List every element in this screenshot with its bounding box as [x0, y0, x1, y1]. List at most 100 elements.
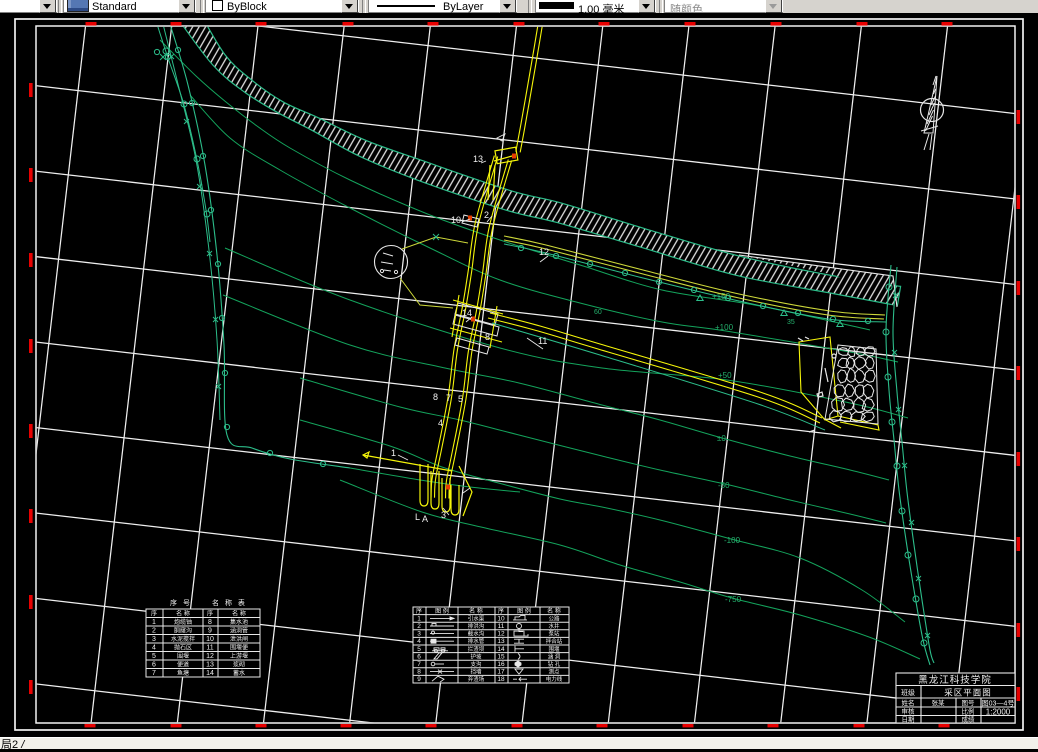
svg-text:L: L	[415, 512, 420, 522]
svg-text:13: 13	[206, 662, 214, 669]
svg-text:截水沟: 截水沟	[468, 630, 485, 638]
svg-text:1: 1	[152, 619, 156, 626]
svg-text:7: 7	[446, 393, 451, 403]
svg-text:10: 10	[451, 215, 461, 225]
svg-text:14: 14	[206, 670, 214, 677]
svg-text:5: 5	[152, 653, 156, 660]
svg-text:1:2000: 1:2000	[986, 708, 1011, 717]
svg-text:拌合站: 拌合站	[546, 637, 563, 645]
svg-text:A: A	[422, 514, 428, 524]
svg-text:10: 10	[497, 615, 505, 622]
svg-text:8: 8	[485, 332, 490, 342]
svg-text:2: 2	[417, 623, 421, 630]
svg-text:黑龙江科技学院: 黑龙江科技学院	[918, 674, 992, 686]
svg-text:上游堰: 上游堰	[230, 652, 248, 660]
svg-text:名 称: 名 称	[232, 610, 246, 618]
svg-text:1: 1	[417, 615, 421, 622]
svg-text:鱼塘: 鱼塘	[177, 669, 189, 677]
svg-text:7: 7	[417, 661, 421, 668]
svg-text:6: 6	[417, 653, 421, 660]
svg-text:2: 2	[484, 210, 489, 220]
svg-text:11: 11	[498, 623, 505, 630]
svg-text:8: 8	[417, 669, 421, 676]
svg-text:8: 8	[208, 619, 212, 626]
svg-text:3: 3	[152, 636, 156, 643]
svg-text:-100: -100	[724, 536, 741, 545]
svg-text:4: 4	[438, 418, 443, 428]
svg-text:名 称: 名 称	[469, 607, 483, 615]
svg-text:水泥搅拌: 水泥搅拌	[171, 635, 195, 643]
svg-text:围堰: 围堰	[177, 652, 189, 660]
svg-text:18: 18	[497, 676, 505, 683]
svg-text:+100: +100	[715, 323, 734, 332]
svg-text:5: 5	[458, 394, 463, 404]
svg-text:引水渠: 引水渠	[468, 614, 485, 622]
svg-text:支沟: 支沟	[470, 660, 482, 668]
svg-text:14: 14	[462, 308, 472, 318]
svg-text:公路: 公路	[548, 614, 560, 622]
svg-text:集水池: 集水池	[230, 618, 248, 626]
svg-text:序 号: 序 号	[170, 598, 192, 607]
svg-text:9: 9	[417, 676, 421, 683]
svg-text:图号: 图号	[962, 699, 976, 707]
svg-text:张某: 张某	[932, 698, 946, 707]
svg-text:比例: 比例	[962, 707, 975, 716]
svg-text:抛石区: 抛石区	[174, 644, 192, 652]
svg-text:2: 2	[152, 628, 156, 635]
svg-text:3: 3	[417, 631, 421, 638]
svg-text:日期: 日期	[902, 716, 916, 724]
svg-text:4: 4	[417, 638, 421, 645]
svg-text:7: 7	[152, 670, 156, 677]
svg-text:35: 35	[787, 319, 795, 326]
svg-text:15: 15	[497, 653, 505, 660]
svg-text:班级: 班级	[901, 688, 915, 697]
svg-text:±0: ±0	[717, 434, 726, 443]
svg-text:排洪沟: 排洪沟	[468, 622, 485, 630]
svg-text:3: 3	[441, 510, 446, 520]
svg-text:水井: 水井	[548, 622, 560, 630]
svg-text:便道: 便道	[177, 661, 189, 669]
svg-text:涵洞管: 涵洞管	[230, 627, 248, 635]
svg-text:拦渣坝: 拦渣坝	[468, 645, 485, 653]
svg-text:17: 17	[497, 669, 505, 676]
svg-text:序: 序	[416, 607, 422, 615]
svg-text:采区平面图: 采区平面图	[944, 688, 992, 698]
svg-text:序: 序	[498, 607, 504, 615]
svg-text:11: 11	[206, 645, 213, 652]
svg-text:审核: 审核	[902, 707, 916, 716]
svg-text:名 称: 名 称	[176, 610, 190, 618]
svg-text:姓名: 姓名	[902, 698, 915, 707]
svg-text:1: 1	[391, 448, 396, 458]
svg-text:泵站: 泵站	[548, 630, 560, 638]
svg-text:测点: 测点	[548, 668, 560, 676]
svg-text:8: 8	[433, 392, 438, 402]
svg-text:涵 洞: 涵 洞	[548, 652, 561, 660]
svg-text:16: 16	[497, 661, 505, 668]
svg-text:序: 序	[207, 610, 213, 618]
svg-text:护坡: 护坡	[470, 652, 482, 660]
svg-text:12: 12	[206, 653, 214, 660]
svg-text:5: 5	[417, 646, 421, 653]
svg-text:图 例: 图 例	[517, 607, 531, 615]
svg-text:围堰: 围堰	[548, 645, 560, 653]
svg-text:12: 12	[497, 631, 505, 638]
svg-text:13: 13	[497, 638, 505, 645]
svg-text:图03—4号: 图03—4号	[982, 700, 1015, 708]
svg-text:围堰便: 围堰便	[230, 644, 248, 652]
svg-text:6: 6	[152, 662, 156, 669]
svg-text:序: 序	[151, 610, 157, 618]
svg-text:排水管: 排水管	[468, 637, 485, 645]
svg-text:弃渣场: 弃渣场	[468, 675, 485, 683]
svg-text:10: 10	[206, 636, 214, 643]
svg-text:名 称 表: 名 称 表	[212, 598, 247, 607]
svg-text:电力线: 电力线	[546, 675, 563, 683]
svg-text:4: 4	[152, 645, 156, 652]
svg-text:炮缆铀: 炮缆铀	[174, 618, 192, 626]
svg-text:11: 11	[538, 336, 547, 346]
svg-text:-750: -750	[725, 595, 742, 604]
svg-text:胴窿沟: 胴窿沟	[174, 627, 192, 635]
svg-text:成绩: 成绩	[962, 715, 976, 724]
svg-text:12: 12	[539, 247, 549, 257]
svg-text:钻 孔: 钻 孔	[548, 660, 561, 668]
svg-text:图 例: 图 例	[435, 607, 449, 615]
